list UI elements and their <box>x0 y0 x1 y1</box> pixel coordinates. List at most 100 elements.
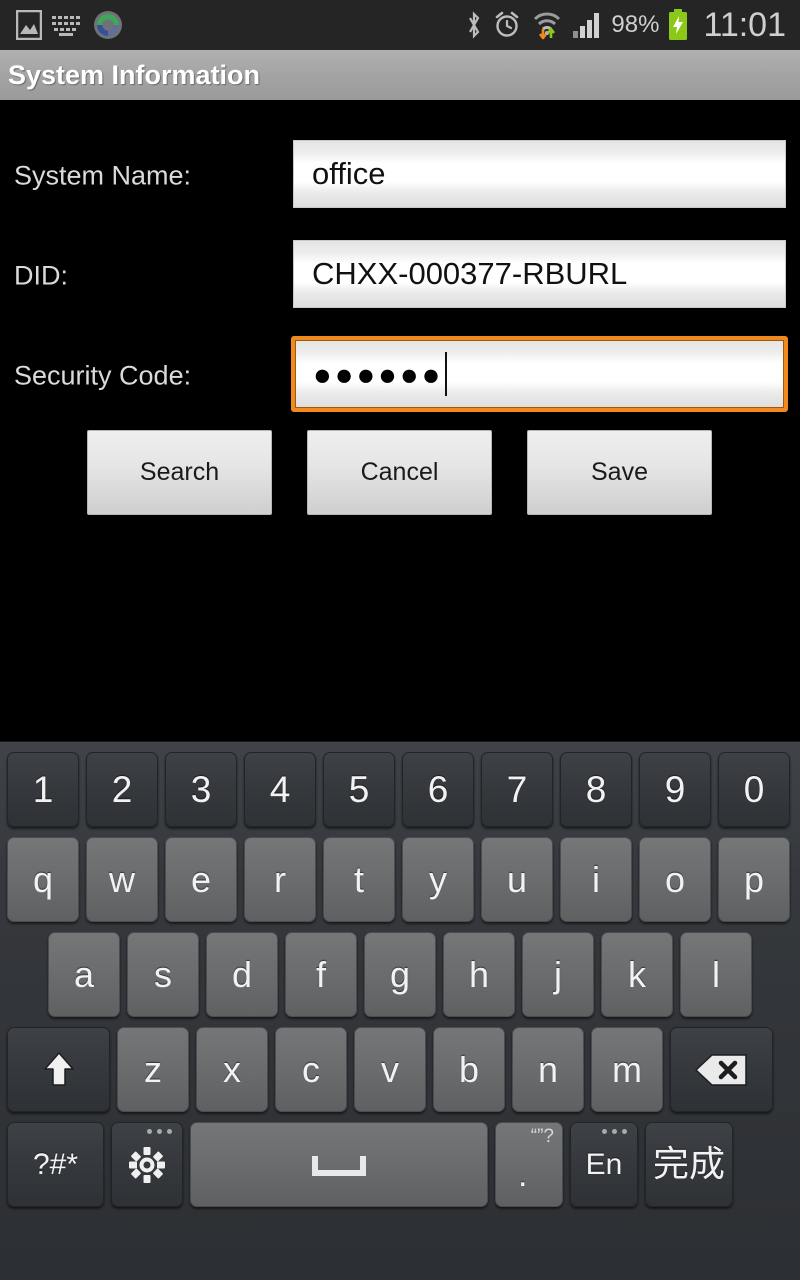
key-h-label: h <box>468 953 490 995</box>
key-5[interactable]: 5 <box>323 752 395 827</box>
key-b-label: b <box>458 1048 480 1090</box>
key-1[interactable]: 1 <box>7 752 79 827</box>
key-8-label: 8 <box>585 769 607 810</box>
system-name-value: office <box>312 156 386 191</box>
backspace-key[interactable] <box>670 1027 773 1112</box>
on-screen-keyboard: 1234567890 qwertyuiop asdfghjkl zxcvbnm … <box>0 741 800 1280</box>
cancel-button[interactable]: Cancel <box>307 430 492 515</box>
key-r-label: r <box>274 858 286 900</box>
key-g[interactable]: g <box>364 932 436 1017</box>
key-v-label: v <box>381 1048 399 1090</box>
key-v[interactable]: v <box>354 1027 426 1112</box>
symbols-key[interactable]: ?#* <box>7 1122 104 1207</box>
key-j[interactable]: j <box>522 932 594 1017</box>
keyboard-settings-key[interactable] <box>111 1122 183 1207</box>
form-row-did: DID: CHXX-000377-RBURL <box>0 226 800 326</box>
done-key[interactable]: 完成 <box>645 1122 733 1207</box>
key-h[interactable]: h <box>443 932 515 1017</box>
save-button[interactable]: Save <box>527 430 712 515</box>
key-8[interactable]: 8 <box>560 752 632 827</box>
language-key[interactable]: En <box>570 1122 638 1207</box>
key-w-label: w <box>109 858 135 900</box>
key-m[interactable]: m <box>591 1027 663 1112</box>
form-row-system-name: System Name: office <box>0 126 800 226</box>
key-w[interactable]: w <box>86 837 158 922</box>
key-p-label: p <box>743 858 765 900</box>
key-f[interactable]: f <box>285 932 357 1017</box>
key-x-label: x <box>223 1048 241 1090</box>
key-o[interactable]: o <box>639 837 711 922</box>
did-label: DID: <box>14 260 68 291</box>
gear-icon <box>127 1145 167 1185</box>
status-bar-right-icons: 98% 11:01 <box>465 0 800 50</box>
key-t-label: t <box>353 858 364 900</box>
key-k[interactable]: k <box>601 932 673 1017</box>
key-4-label: 4 <box>269 769 291 810</box>
key-a[interactable]: a <box>48 932 120 1017</box>
key-7[interactable]: 7 <box>481 752 553 827</box>
page-title: System Information <box>8 59 261 90</box>
key-6[interactable]: 6 <box>402 752 474 827</box>
key-3[interactable]: 3 <box>165 752 237 827</box>
security-code-input[interactable]: ●●●●●● <box>291 336 788 412</box>
key-l-label: l <box>712 953 720 995</box>
period-key[interactable]: “”? . <box>495 1122 563 1207</box>
key-9-label: 9 <box>664 769 686 810</box>
battery-charging-icon <box>668 9 688 41</box>
form-button-bar: Search Cancel Save <box>0 430 800 520</box>
security-code-label: Security Code: <box>14 360 192 391</box>
key-4[interactable]: 4 <box>244 752 316 827</box>
language-key-hint-dots <box>602 1129 627 1134</box>
key-l[interactable]: l <box>680 932 752 1017</box>
space-key[interactable] <box>190 1122 488 1207</box>
battery-percent-label: 98% <box>611 11 660 38</box>
key-s[interactable]: s <box>127 932 199 1017</box>
system-information-form: System Name: office DID: CHXX-000377-RBU… <box>0 104 800 741</box>
key-r[interactable]: r <box>244 837 316 922</box>
system-name-input[interactable]: office <box>293 140 786 208</box>
key-e[interactable]: e <box>165 837 237 922</box>
key-q-label: q <box>32 858 54 900</box>
key-9[interactable]: 9 <box>639 752 711 827</box>
key-i[interactable]: i <box>560 837 632 922</box>
key-2[interactable]: 2 <box>86 752 158 827</box>
did-input[interactable]: CHXX-000377-RBURL <box>293 240 786 308</box>
key-1-label: 1 <box>32 769 54 810</box>
key-o-label: o <box>664 858 686 900</box>
key-f-label: f <box>315 953 326 995</box>
key-x[interactable]: x <box>196 1027 268 1112</box>
key-y[interactable]: y <box>402 837 474 922</box>
period-key-hint: “”? <box>530 1126 554 1147</box>
search-button[interactable]: Search <box>87 430 272 515</box>
screenshot-image-icon <box>16 10 42 40</box>
key-u[interactable]: u <box>481 837 553 922</box>
bluetooth-icon <box>465 10 483 40</box>
key-m-label: m <box>612 1048 642 1090</box>
keyboard-row-numbers: 1 2 3 4 5 6 7 8 9 0 <box>0 752 800 827</box>
did-value: CHXX-000377-RBURL <box>312 256 628 291</box>
app-title-bar: System Information <box>0 50 800 102</box>
signal-bars-icon <box>572 10 602 40</box>
key-b[interactable]: b <box>433 1027 505 1112</box>
key-q[interactable]: q <box>7 837 79 922</box>
key-k-label: k <box>628 953 646 995</box>
language-key-label: En <box>585 1147 623 1181</box>
key-z[interactable]: z <box>117 1027 189 1112</box>
sync-circle-icon <box>92 9 124 41</box>
key-c-label: c <box>302 1048 320 1090</box>
status-bar: 98% 11:01 <box>0 0 800 50</box>
key-0[interactable]: 0 <box>718 752 790 827</box>
space-bar-icon <box>308 1148 370 1182</box>
keyboard-row-zxcv: zx c v bnm <box>0 1027 800 1112</box>
key-2-label: 2 <box>111 769 133 810</box>
key-c[interactable]: c <box>275 1027 347 1112</box>
shift-key[interactable] <box>7 1027 110 1112</box>
key-a-label: a <box>73 953 95 995</box>
key-t[interactable]: t <box>323 837 395 922</box>
key-j-label: j <box>554 953 562 995</box>
key-d[interactable]: d <box>206 932 278 1017</box>
key-p[interactable]: p <box>718 837 790 922</box>
security-code-masked-wrap: ●●●●●● <box>295 352 448 396</box>
key-n[interactable]: n <box>512 1027 584 1112</box>
text-caret <box>445 352 448 396</box>
